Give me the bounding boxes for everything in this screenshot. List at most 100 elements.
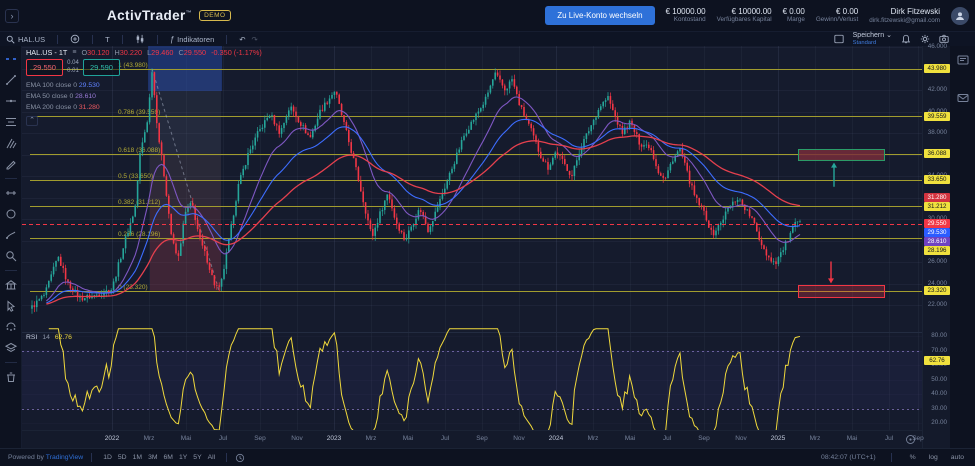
- undo-button[interactable]: ↶: [239, 35, 245, 44]
- layers-tool[interactable]: [3, 341, 19, 355]
- stat-balance: € 10000.00Kontostand: [666, 7, 706, 23]
- avatar[interactable]: [951, 7, 969, 25]
- stat-pnl: € 0.00Gewinn/Verlust: [816, 7, 858, 23]
- buy-button[interactable]: 29.590: [83, 59, 120, 76]
- rsi-legend: RSI 14 62.76: [26, 334, 72, 341]
- horizontal-line-tool[interactable]: [3, 94, 19, 108]
- range-button-5y[interactable]: 5Y: [190, 454, 204, 461]
- layout-button[interactable]: [834, 34, 844, 44]
- interval-button[interactable]: T: [105, 35, 110, 44]
- sidebar-expand-button[interactable]: ›: [5, 9, 19, 23]
- price-axis[interactable]: 46.00044.00042.00040.00038.00036.00034.0…: [922, 46, 950, 448]
- delete-drawings-tool[interactable]: [3, 370, 19, 384]
- percent-scale-button[interactable]: %: [907, 454, 919, 461]
- powered-by-label: Powered by: [8, 454, 44, 461]
- chart-toolbar: HAL.US T ƒ Indikatoren ↶ ↷: [0, 32, 975, 47]
- time-axis-year: 2023: [327, 435, 341, 442]
- prediction-tool[interactable]: [3, 320, 19, 334]
- spread-display: 0.040.01: [63, 60, 83, 74]
- redo-button[interactable]: ↷: [252, 35, 258, 44]
- indicators-button[interactable]: ƒ Indikatoren: [170, 35, 215, 44]
- price-badge-fib: 31.212: [924, 202, 950, 211]
- switch-to-live-button[interactable]: Zu Live-Konto wechseln: [545, 6, 654, 25]
- price-badge-fib: 23.320: [924, 286, 950, 295]
- pencil-tool[interactable]: [3, 157, 19, 171]
- log-scale-button[interactable]: log: [926, 454, 941, 461]
- messages-button[interactable]: [957, 92, 969, 104]
- news-panel-button[interactable]: [957, 54, 969, 66]
- brush-tool[interactable]: [3, 228, 19, 242]
- time-axis-month: Mai: [403, 435, 413, 442]
- price-badge-fib: 33.650: [924, 175, 950, 184]
- legend-change: -0.350 (-1.17%): [211, 48, 262, 57]
- chart-type-button[interactable]: [135, 34, 145, 44]
- time-axis-month: Jul: [663, 435, 671, 442]
- price-axis-label: 42.000: [928, 86, 947, 93]
- trendline-tool[interactable]: [3, 73, 19, 87]
- fib-retracement-tool[interactable]: [3, 115, 19, 129]
- panel-icon: [957, 54, 969, 66]
- range-button-all[interactable]: All: [205, 454, 219, 461]
- header-right: Zu Live-Konto wechseln € 10000.00Kontost…: [545, 6, 975, 25]
- activtrader-app: › ActivTrader™ DEMO Zu Live-Konto wechse…: [0, 0, 975, 466]
- price-chart-canvas[interactable]: [22, 46, 922, 430]
- legend-menu-icon[interactable]: ≡: [72, 49, 76, 56]
- range-button-1y[interactable]: 1Y: [176, 454, 190, 461]
- pitchfork-tool[interactable]: [3, 136, 19, 150]
- ellipse-tool[interactable]: [3, 207, 19, 221]
- person-icon: [955, 11, 965, 21]
- time-axis[interactable]: 2022MrzMaiJulSepNov2023MrzMaiJulSepNov20…: [22, 430, 922, 448]
- time-axis-month: Mai: [625, 435, 635, 442]
- range-button-6m[interactable]: 6M: [161, 454, 176, 461]
- time-axis-month: Mrz: [588, 435, 599, 442]
- time-axis-month: Jul: [885, 435, 893, 442]
- time-axis-month: Nov: [291, 435, 303, 442]
- clock-label: 08:42:07 (UTC+1): [821, 454, 876, 461]
- rsi-axis-label: 50.00: [931, 376, 947, 383]
- plus-circle-icon: [70, 34, 80, 44]
- time-axis-month: Mrz: [810, 435, 821, 442]
- time-axis-month: Jul: [219, 435, 227, 442]
- time-axis-month: Sep: [698, 435, 710, 442]
- candlestick-icon: [135, 34, 145, 44]
- sell-button[interactable]: 29.550: [26, 59, 63, 76]
- time-axis-month: Mai: [181, 435, 191, 442]
- tradingview-link[interactable]: TradingView: [46, 454, 83, 461]
- price-axis-label: 38.000: [928, 129, 947, 136]
- cursor-arrow-tool[interactable]: [3, 299, 19, 313]
- rsi-axis-label: 40.00: [931, 390, 947, 397]
- crosshair-tool[interactable]: [3, 52, 19, 66]
- save-template-dropdown[interactable]: Speichern ⌄ Standard: [853, 32, 892, 46]
- price-badge-ema100: 29.530: [924, 228, 950, 237]
- patterns-tool[interactable]: [3, 278, 19, 292]
- symbol-search-button[interactable]: HAL.US: [6, 35, 45, 44]
- rsi-axis-label: 80.00: [931, 332, 947, 339]
- envelope-icon: [957, 92, 969, 104]
- time-axis-month: Nov: [735, 435, 747, 442]
- collapse-legend-button[interactable]: ⌃: [26, 116, 38, 126]
- range-button-1d[interactable]: 1D: [100, 454, 115, 461]
- price-axis-label: 26.000: [928, 258, 947, 265]
- range-button-3m[interactable]: 3M: [145, 454, 160, 461]
- range-button-5d[interactable]: 5D: [115, 454, 130, 461]
- price-badge-ema200: 31.280: [924, 193, 950, 202]
- bottom-bar: Powered by TradingView 1D5D1M3M6M1Y5YAll…: [0, 448, 975, 466]
- go-to-date-button[interactable]: [235, 453, 245, 463]
- search-icon: [6, 35, 15, 44]
- price-axis-label: 22.000: [928, 301, 947, 308]
- fx-icon: ƒ: [170, 35, 174, 44]
- ema50-legend-row: EMA 50 close 0 28.610: [26, 91, 100, 102]
- quote-widget: 29.550 0.040.01 29.590: [26, 59, 120, 76]
- compare-add-button[interactable]: [70, 34, 80, 44]
- range-button-1m[interactable]: 1M: [130, 454, 145, 461]
- demo-badge: DEMO: [199, 10, 231, 21]
- zoom-tool[interactable]: [3, 249, 19, 263]
- measure-tool[interactable]: [3, 186, 19, 200]
- time-axis-year: 2025: [771, 435, 785, 442]
- time-axis-month: Nov: [513, 435, 525, 442]
- ema100-legend-row: EMA 100 close 0 29.530: [26, 80, 100, 91]
- alerts-button[interactable]: [901, 34, 911, 44]
- auto-scale-button[interactable]: auto: [948, 454, 967, 461]
- time-axis-year: 2022: [105, 435, 119, 442]
- calendar-clock-icon: [235, 453, 245, 463]
